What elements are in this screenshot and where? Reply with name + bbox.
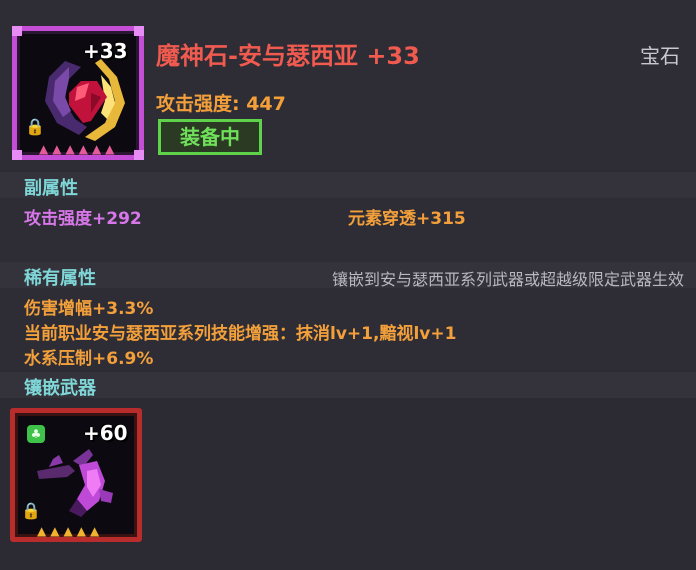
rare-attr: 水系压制+6.9% — [24, 349, 154, 369]
weapon-icon — [37, 449, 113, 517]
frame-corner — [12, 150, 22, 160]
item-level-badge: +33 — [83, 39, 128, 63]
star-icon: ▲ — [76, 524, 86, 538]
frame-corner — [12, 26, 22, 36]
star-icon: ▲ — [91, 142, 102, 156]
rare-attr: 当前职业安与瑟西亚系列技能增强：抹消lv+1,黯视lv+1 — [24, 324, 457, 344]
frame-corner — [134, 26, 144, 36]
socket-section-header — [0, 372, 696, 398]
item-tooltip-panel: +33 🔒 ▲ ▲ ▲ ▲ ▲ ▲ 魔神石-安与瑟西亚 +33 宝石 攻击强度:… — [0, 0, 696, 570]
item-title: 魔神石-安与瑟西亚 +33 — [156, 42, 420, 70]
gem-icon — [45, 59, 125, 141]
rare-attr: 伤害增幅+3.3% — [24, 299, 154, 319]
rare-section-note: 镶嵌到安与瑟西亚系列武器或超越级限定武器生效 — [331, 270, 684, 289]
equipped-badge: 装备中 — [158, 119, 262, 155]
star-icon: ▲ — [37, 524, 47, 538]
main-stat: 攻击强度: 447 — [156, 93, 286, 115]
secondary-section-title: 副属性 — [24, 178, 78, 199]
item-star-row: ▲ ▲ ▲ ▲ ▲ ▲ — [39, 143, 114, 155]
star-icon: ▲ — [52, 142, 62, 156]
socketed-weapon-frame[interactable]: ♣ +60 🔒 ▲ ▲ ▲ ▲ ▲ — [10, 408, 142, 542]
star-icon: ▲ — [65, 142, 75, 156]
lock-icon: 🔒 — [21, 501, 41, 520]
item-category: 宝石 — [640, 44, 680, 68]
star-icon: ▲ — [78, 142, 88, 156]
secondary-section-header — [0, 172, 696, 198]
item-icon-frame[interactable]: +33 🔒 ▲ ▲ ▲ ▲ ▲ ▲ — [12, 26, 144, 160]
star-icon: ▲ — [89, 524, 100, 538]
secondary-attr: 元素穿透+315 — [348, 209, 466, 229]
lock-icon: 🔒 — [25, 117, 45, 136]
star-icon: ▲ — [105, 142, 115, 156]
weapon-star-row: ▲ ▲ ▲ ▲ ▲ — [37, 525, 99, 537]
star-icon: ▲ — [50, 524, 60, 538]
star-icon: ▲ — [63, 524, 73, 538]
frame-corner — [134, 150, 144, 160]
secondary-attr: 攻击强度+292 — [24, 209, 142, 229]
rare-section-title: 稀有属性 — [24, 268, 96, 289]
socket-section-title: 镶嵌武器 — [24, 378, 96, 399]
star-icon: ▲ — [39, 142, 49, 156]
